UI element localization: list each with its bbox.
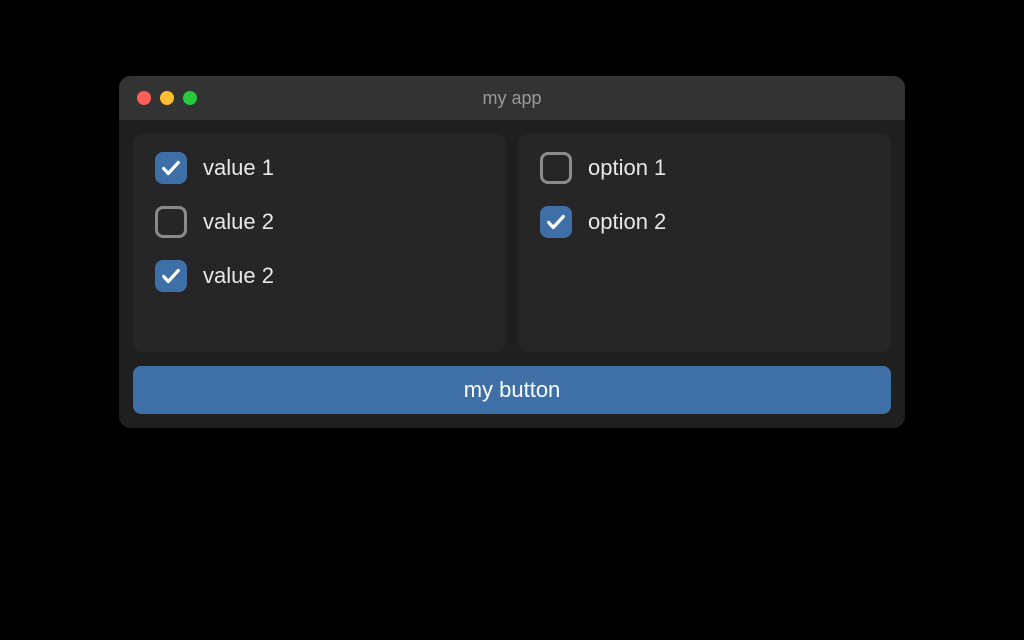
- checkbox-value-1[interactable]: value 1: [155, 152, 484, 184]
- checkbox-option-1[interactable]: option 1: [540, 152, 869, 184]
- right-panel: option 1 option 2: [518, 134, 891, 352]
- minimize-icon[interactable]: [160, 91, 174, 105]
- checkbox-value-2b[interactable]: value 2: [155, 260, 484, 292]
- app-window: my app value 1 value 2 val: [119, 76, 905, 428]
- titlebar: my app: [119, 76, 905, 120]
- traffic-lights: [137, 91, 197, 105]
- checkbox-icon: [540, 152, 572, 184]
- checkbox-icon: [155, 152, 187, 184]
- checkbox-label: value 1: [203, 155, 274, 181]
- check-icon: [160, 265, 182, 287]
- check-icon: [160, 157, 182, 179]
- checkbox-option-2[interactable]: option 2: [540, 206, 869, 238]
- my-button[interactable]: my button: [133, 366, 891, 414]
- checkbox-icon: [155, 206, 187, 238]
- checkbox-label: option 1: [588, 155, 666, 181]
- checkbox-label: value 2: [203, 209, 274, 235]
- check-icon: [545, 211, 567, 233]
- checkbox-icon: [540, 206, 572, 238]
- window-content: value 1 value 2 value 2 option 1: [119, 120, 905, 428]
- maximize-icon[interactable]: [183, 91, 197, 105]
- checkbox-label: value 2: [203, 263, 274, 289]
- window-title: my app: [119, 88, 905, 109]
- checkbox-icon: [155, 260, 187, 292]
- panels-container: value 1 value 2 value 2 option 1: [133, 134, 891, 352]
- close-icon[interactable]: [137, 91, 151, 105]
- left-panel: value 1 value 2 value 2: [133, 134, 506, 352]
- checkbox-label: option 2: [588, 209, 666, 235]
- checkbox-value-2a[interactable]: value 2: [155, 206, 484, 238]
